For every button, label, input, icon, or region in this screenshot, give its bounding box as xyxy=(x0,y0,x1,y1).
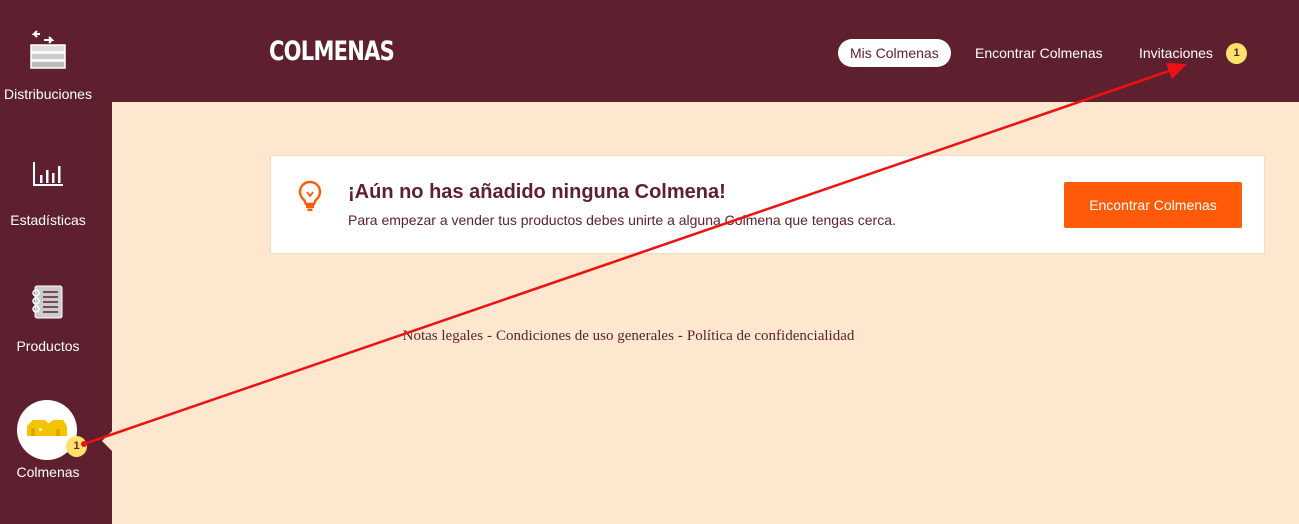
active-item-pointer xyxy=(102,431,112,451)
sidebar-item-label: Estadísticas xyxy=(10,212,86,228)
invitaciones-badge: 1 xyxy=(1226,43,1247,64)
notice-title: ¡Aún no has añadido ninguna Colmena! xyxy=(348,181,726,203)
sidebar-item-label: Distribuciones xyxy=(4,86,92,102)
notebook-icon xyxy=(0,284,96,320)
tab-encontrar-colmenas[interactable]: Encontrar Colmenas xyxy=(975,39,1103,67)
footer-separator: - xyxy=(487,328,493,344)
sidebar-item-productos[interactable]: Productos xyxy=(0,252,112,378)
tab-invitaciones[interactable]: Invitaciones xyxy=(1139,39,1213,67)
lightbulb-icon xyxy=(297,180,323,217)
sidebar-item-distribuciones[interactable]: Distribuciones xyxy=(0,0,112,126)
footer-separator: - xyxy=(677,328,683,344)
privacy-policy-link[interactable]: Política de confidencialidad xyxy=(687,328,854,344)
sidebar: Distribuciones Estadísticas Productos Co… xyxy=(0,0,112,524)
sidebar-item-estadisticas[interactable]: Estadísticas xyxy=(0,126,112,252)
tab-mis-colmenas[interactable]: Mis Colmenas xyxy=(838,39,951,67)
legal-notice-link[interactable]: Notas legales xyxy=(403,328,483,344)
header: COLMENAS Mis Colmenas Encontrar Colmenas… xyxy=(112,0,1299,102)
empty-hives-notice: ¡Aún no has añadido ninguna Colmena! Par… xyxy=(270,155,1265,254)
bar-chart-icon xyxy=(0,160,96,188)
footer-links: Notas legales - Condiciones de uso general… xyxy=(112,328,1145,345)
hive-icon xyxy=(25,417,69,444)
find-hives-button[interactable]: Encontrar Colmenas xyxy=(1064,182,1242,228)
sidebar-item-label: Productos xyxy=(16,338,80,354)
notice-text: Para empezar a vender tus productos debe… xyxy=(348,212,896,228)
terms-link[interactable]: Condiciones de uso generales xyxy=(496,328,674,344)
distribution-icon xyxy=(0,28,96,70)
brand-logo[interactable]: COLMENAS xyxy=(269,36,395,67)
colmenas-notification-badge: 1 xyxy=(66,436,87,457)
sidebar-item-label: Colmenas xyxy=(16,464,80,480)
